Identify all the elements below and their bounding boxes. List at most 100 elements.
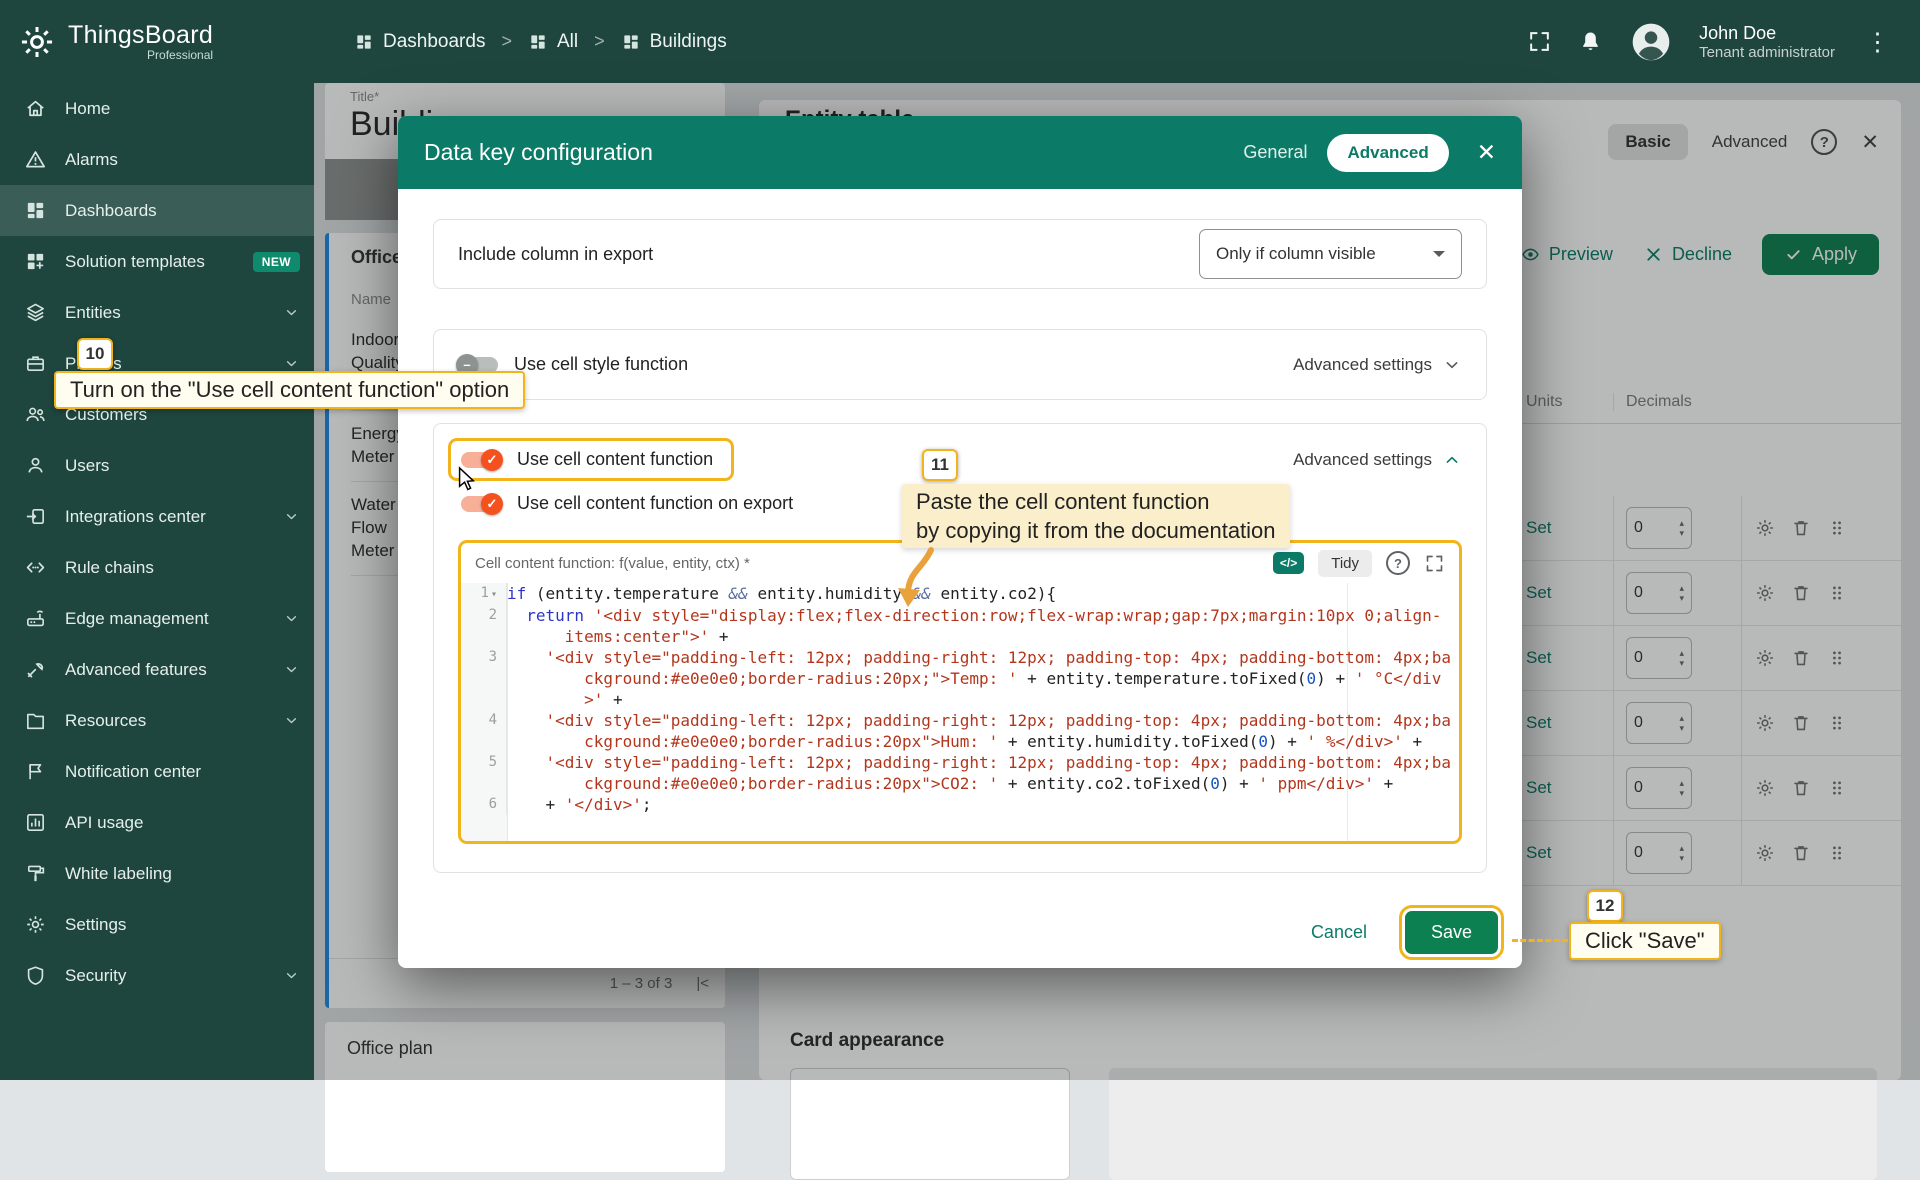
- sidebar: ThingsBoard Professional Home Alarms Dashb…: [0, 0, 314, 1080]
- editor-fullscreen-icon[interactable]: [1424, 553, 1445, 574]
- dialog-header: Data key configuration General Advanced …: [398, 116, 1522, 189]
- chevron-down-icon: [283, 967, 300, 984]
- grid-icon: [528, 32, 548, 52]
- app-logo[interactable]: ThingsBoard Professional: [0, 0, 314, 83]
- sidebar-item-label: Integrations center: [65, 507, 265, 527]
- step-10-badge: 10: [77, 338, 113, 370]
- editor-help-icon[interactable]: ?: [1386, 551, 1410, 575]
- sidebar-item-settings[interactable]: Settings: [0, 899, 314, 950]
- sidebar-item-home[interactable]: Home: [0, 83, 314, 134]
- cancel-button[interactable]: Cancel: [1311, 922, 1367, 943]
- user-avatar[interactable]: [1629, 20, 1673, 64]
- rulechains-icon: [24, 556, 47, 579]
- alarm-icon: [24, 148, 47, 171]
- cell-style-advanced-settings[interactable]: Advanced settings: [1293, 355, 1462, 375]
- include-column-label: Include column in export: [458, 244, 653, 265]
- breadcrumb-separator: >: [501, 31, 512, 52]
- customers-icon: [24, 403, 47, 426]
- more-menu-icon[interactable]: ⋮: [1861, 27, 1894, 57]
- cell-content-export-toggle[interactable]: ✓: [461, 496, 501, 512]
- chevron-up-icon: [1442, 450, 1462, 470]
- thingsboard-logo-icon: [16, 21, 58, 63]
- sidebar-item-entities[interactable]: Entities: [0, 287, 314, 338]
- step10-highlight: ✓ Use cell content function: [448, 438, 734, 481]
- sidebar-item-label: API usage: [65, 813, 300, 833]
- chevron-down-icon: [283, 508, 300, 525]
- step-12-connector: [1512, 939, 1568, 942]
- sidebar-menu: Home Alarms Dashboards Solution templatesNE…: [0, 83, 314, 1001]
- sidebar-item-resources[interactable]: Resources: [0, 695, 314, 746]
- notifications-bell-icon[interactable]: [1578, 29, 1603, 54]
- sidebar-item-integrations-center[interactable]: Integrations center: [0, 491, 314, 542]
- editor-label: Cell content function: f(value, entity, …: [475, 555, 1259, 572]
- entities-icon: [24, 301, 47, 324]
- dialog-title: Data key configuration: [424, 139, 1243, 166]
- tab-general[interactable]: General: [1243, 142, 1307, 163]
- code-line: 2 return '<div style="display:flex;flex-…: [461, 605, 1459, 647]
- code-content: return '<div style="display:flex;flex-di…: [507, 605, 1459, 647]
- sidebar-item-label: Alarms: [65, 150, 300, 170]
- card-appearance-preview: [1109, 1068, 1877, 1180]
- breadcrumb-item-dashboards[interactable]: Dashboards: [354, 31, 485, 53]
- tab-advanced[interactable]: Advanced: [1327, 134, 1448, 172]
- sidebar-item-alarms[interactable]: Alarms: [0, 134, 314, 185]
- include-column-select[interactable]: Only if column visible: [1199, 229, 1462, 279]
- save-button[interactable]: Save: [1405, 911, 1498, 954]
- step-12-callout: Click "Save": [1569, 922, 1721, 960]
- code-lines: 1▾if (entity.temperature && entity.humid…: [461, 583, 1459, 815]
- dialog-close-icon[interactable]: ✕: [1477, 139, 1496, 166]
- cell-content-function-editor: Cell content function: f(value, entity, …: [458, 540, 1462, 844]
- breadcrumb: Dashboards>All>Buildings: [354, 31, 727, 53]
- app-edition: Professional: [68, 48, 213, 62]
- sidebar-item-label: Advanced features: [65, 660, 265, 680]
- sidebar-item-label: Users: [65, 456, 300, 476]
- profiles-icon: [24, 352, 47, 375]
- line-number: 4: [461, 710, 507, 752]
- sidebar-item-users[interactable]: Users: [0, 440, 314, 491]
- code-content: if (entity.temperature && entity.humidit…: [507, 583, 1459, 605]
- chevron-down-icon: [283, 712, 300, 729]
- cell-style-label: Use cell style function: [514, 354, 688, 375]
- whitelabel-icon: [24, 862, 47, 885]
- users-icon: [24, 454, 47, 477]
- sidebar-item-label: Home: [65, 99, 300, 119]
- sidebar-item-api-usage[interactable]: API usage: [0, 797, 314, 848]
- mouse-cursor: [455, 466, 477, 492]
- code-content: '<div style="padding-left: 12px; padding…: [507, 752, 1459, 794]
- sidebar-item-label: Solution templates: [65, 252, 235, 272]
- breadcrumb-item-buildings[interactable]: Buildings: [621, 31, 727, 53]
- code-editor-area[interactable]: 1▾if (entity.temperature && entity.humid…: [461, 583, 1459, 841]
- fullscreen-icon[interactable]: [1527, 29, 1552, 54]
- sidebar-item-dashboards[interactable]: Dashboards: [0, 185, 314, 236]
- breadcrumb-label: Buildings: [650, 31, 727, 53]
- breadcrumb-item-all[interactable]: All: [528, 31, 578, 53]
- cell-content-advanced-settings[interactable]: Advanced settings: [1293, 450, 1462, 470]
- card-appearance-field[interactable]: [790, 1068, 1070, 1180]
- api-icon: [24, 811, 47, 834]
- code-icon[interactable]: </>: [1273, 552, 1304, 574]
- sidebar-item-label: Notification center: [65, 762, 300, 782]
- topbar-actions: John Doe Tenant administrator ⋮: [1527, 20, 1894, 64]
- step-12-badge: 12: [1587, 890, 1623, 922]
- sidebar-item-advanced-features[interactable]: Advanced features: [0, 644, 314, 695]
- grid-icon: [354, 32, 374, 52]
- tidy-button[interactable]: Tidy: [1318, 550, 1372, 577]
- line-number: 5: [461, 752, 507, 794]
- sidebar-item-security[interactable]: Security: [0, 950, 314, 1001]
- code-content: '<div style="padding-left: 12px; padding…: [507, 647, 1459, 710]
- sidebar-item-label: Dashboards: [65, 201, 300, 221]
- sidebar-item-white-labeling[interactable]: White labeling: [0, 848, 314, 899]
- code-line: 5 '<div style="padding-left: 12px; paddi…: [461, 752, 1459, 794]
- sidebar-item-notification-center[interactable]: Notification center: [0, 746, 314, 797]
- security-icon: [24, 964, 47, 987]
- cell-content-label: Use cell content function: [517, 449, 713, 470]
- grid-icon: [621, 32, 641, 52]
- line-number: 6: [461, 794, 507, 815]
- sidebar-item-rule-chains[interactable]: Rule chains: [0, 542, 314, 593]
- sidebar-item-edge-management[interactable]: Edge management: [0, 593, 314, 644]
- line-number: 1▾: [461, 583, 507, 605]
- sidebar-item-solution-templates[interactable]: Solution templatesNEW: [0, 236, 314, 287]
- cell-style-section: – Use cell style function Advanced setti…: [433, 329, 1487, 400]
- dropdown-caret-icon: [1433, 251, 1445, 257]
- resources-icon: [24, 709, 47, 732]
